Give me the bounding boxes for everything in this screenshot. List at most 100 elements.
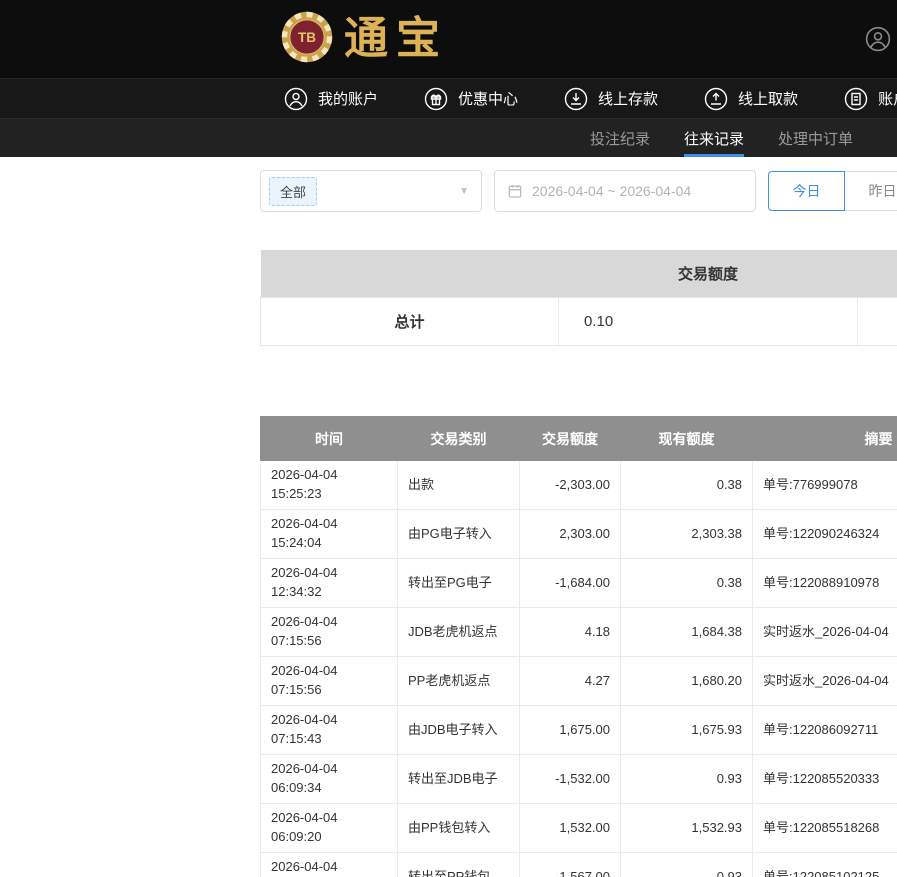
- col-header-balance: 现有额度: [621, 417, 753, 461]
- cell-balance: 0.38: [621, 461, 753, 510]
- summary-header-empty: [858, 250, 897, 298]
- filter-bar: 全部 ▼ 2026-04-04 ~ 2026-04-04 今日 昨日 近一周: [260, 170, 897, 212]
- summary-total-extra: [858, 298, 897, 346]
- col-header-type: 交易类别: [398, 417, 520, 461]
- transactions-tbody: 2026-04-04 15:25:23出款-2,303.000.38单号:776…: [261, 461, 897, 877]
- cell-time: 2026-04-04 07:15:56: [261, 657, 398, 706]
- cell-type: 由PG电子转入: [398, 510, 520, 559]
- gift-icon: [423, 86, 449, 112]
- cell-type: JDB老虎机返点: [398, 608, 520, 657]
- account-icon[interactable]: [865, 26, 891, 52]
- cell-type: PP老虎机返点: [398, 657, 520, 706]
- selected-type-tag: 全部: [269, 177, 317, 206]
- transaction-row: 2026-04-04 15:25:23出款-2,303.000.38单号:776…: [261, 461, 897, 510]
- cell-amount: -1,532.00: [520, 755, 621, 804]
- tab-transaction-records[interactable]: 往来记录: [684, 119, 744, 157]
- tab-bet-records[interactable]: 投注纪录: [590, 119, 650, 157]
- cell-amount: -1,684.00: [520, 559, 621, 608]
- cell-summary: 单号:122085102125: [753, 853, 897, 877]
- transaction-row: 2026-04-04 15:24:04由PG电子转入2,303.002,303.…: [261, 510, 897, 559]
- transaction-row: 2026-04-04 07:15:56JDB老虎机返点4.181,684.38实…: [261, 608, 897, 657]
- summary-header-row: 交易额度: [261, 250, 897, 298]
- cell-summary: 实时返水_2026-04-04: [753, 608, 897, 657]
- cell-amount: 2,303.00: [520, 510, 621, 559]
- cell-time: 2026-04-04 05:24:10: [261, 853, 398, 877]
- cell-balance: 1,680.20: [621, 657, 753, 706]
- cell-amount: 4.27: [520, 657, 621, 706]
- nav-item-promotions[interactable]: 优惠中心: [423, 86, 518, 112]
- date-quick-buttons: 今日 昨日 近一周: [768, 171, 897, 211]
- cell-amount: 1,675.00: [520, 706, 621, 755]
- chevron-down-icon: ▼: [459, 186, 469, 197]
- summary-header-empty: [261, 250, 559, 298]
- cell-time: 2026-04-04 07:15:56: [261, 608, 398, 657]
- summary-table: 交易额度 总计 0.10: [260, 250, 897, 346]
- deposit-icon: [563, 86, 589, 112]
- nav-item-account-records[interactable]: 账户记录: [843, 86, 897, 112]
- record-icon: [843, 86, 869, 112]
- nav-item-label: 线上存款: [598, 88, 658, 109]
- transaction-row: 2026-04-04 05:24:10转出至PP钱包-1,567.000.93单…: [261, 853, 897, 877]
- summary-total-label: 总计: [261, 298, 559, 346]
- cell-time: 2026-04-04 06:09:34: [261, 755, 398, 804]
- cell-summary: 单号:122090246324: [753, 510, 897, 559]
- summary-header-amount: 交易额度: [559, 250, 858, 298]
- nav-item-label: 账户记录: [878, 88, 897, 109]
- record-tabs: 投注纪录 往来记录 处理中订单: [0, 118, 897, 157]
- col-header-summary: 摘要: [753, 417, 897, 461]
- logo-badge-text: TB: [298, 29, 316, 44]
- tab-label: 往来记录: [684, 128, 744, 149]
- cell-time: 2026-04-04 07:15:43: [261, 706, 398, 755]
- tab-pending-orders[interactable]: 处理中订单: [778, 119, 853, 157]
- transaction-row: 2026-04-04 07:15:56PP老虎机返点4.271,680.20实时…: [261, 657, 897, 706]
- summary-total-row: 总计 0.10: [261, 298, 897, 346]
- transaction-row: 2026-04-04 12:34:32转出至PG电子-1,684.000.38单…: [261, 559, 897, 608]
- calendar-icon: [507, 183, 523, 199]
- col-header-time: 时间: [261, 417, 398, 461]
- transaction-row: 2026-04-04 06:09:34转出至JDB电子-1,532.000.93…: [261, 755, 897, 804]
- nav-item-label: 我的账户: [318, 88, 378, 109]
- transaction-row: 2026-04-04 07:15:43由JDB电子转入1,675.001,675…: [261, 706, 897, 755]
- active-tab-indicator: [684, 154, 744, 157]
- transaction-type-select[interactable]: 全部 ▼: [260, 170, 482, 212]
- cell-balance: 2,303.38: [621, 510, 753, 559]
- cell-balance: 1,684.38: [621, 608, 753, 657]
- yesterday-button[interactable]: 昨日: [844, 171, 897, 211]
- col-header-amount: 交易额度: [520, 417, 621, 461]
- cell-balance: 0.93: [621, 853, 753, 877]
- cell-summary: 单号:122086092711: [753, 706, 897, 755]
- cell-time: 2026-04-04 15:24:04: [261, 510, 398, 559]
- cell-time: 2026-04-04 12:34:32: [261, 559, 398, 608]
- nav-item-label: 线上取款: [738, 88, 798, 109]
- user-icon: [283, 86, 309, 112]
- cell-time: 2026-04-04 06:09:20: [261, 804, 398, 853]
- nav-item-my-account[interactable]: 我的账户: [283, 86, 378, 112]
- top-header: TB 通宝: [0, 0, 897, 78]
- logo-text: 通宝: [344, 17, 448, 61]
- tab-label: 处理中订单: [778, 128, 853, 149]
- date-range-input[interactable]: 2026-04-04 ~ 2026-04-04: [494, 170, 756, 212]
- cell-summary: 单号:122085518268: [753, 804, 897, 853]
- nav-item-withdraw[interactable]: 线上取款: [703, 86, 798, 112]
- cell-summary: 单号:122088910978: [753, 559, 897, 608]
- nav-item-label: 优惠中心: [458, 88, 518, 109]
- cell-time: 2026-04-04 15:25:23: [261, 461, 398, 510]
- nav-item-deposit[interactable]: 线上存款: [563, 86, 658, 112]
- transactions-table: 时间 交易类别 交易额度 现有额度 摘要 2026-04-04 15:25:23…: [260, 416, 897, 877]
- cell-type: 由PP钱包转入: [398, 804, 520, 853]
- cell-balance: 1,675.93: [621, 706, 753, 755]
- cell-balance: 0.38: [621, 559, 753, 608]
- today-button[interactable]: 今日: [768, 171, 845, 211]
- table-header-row: 时间 交易类别 交易额度 现有额度 摘要: [261, 417, 897, 461]
- cell-summary: 实时返水_2026-04-04: [753, 657, 897, 706]
- cell-type: 出款: [398, 461, 520, 510]
- cell-balance: 1,532.93: [621, 804, 753, 853]
- cell-amount: 4.18: [520, 608, 621, 657]
- cell-balance: 0.93: [621, 755, 753, 804]
- cell-type: 转出至JDB电子: [398, 755, 520, 804]
- cell-summary: 单号:776999078: [753, 461, 897, 510]
- cell-type: 由JDB电子转入: [398, 706, 520, 755]
- withdraw-icon: [703, 86, 729, 112]
- logo[interactable]: TB 通宝: [280, 10, 448, 69]
- content-area: 全部 ▼ 2026-04-04 ~ 2026-04-04 今日 昨日 近一周: [260, 170, 897, 877]
